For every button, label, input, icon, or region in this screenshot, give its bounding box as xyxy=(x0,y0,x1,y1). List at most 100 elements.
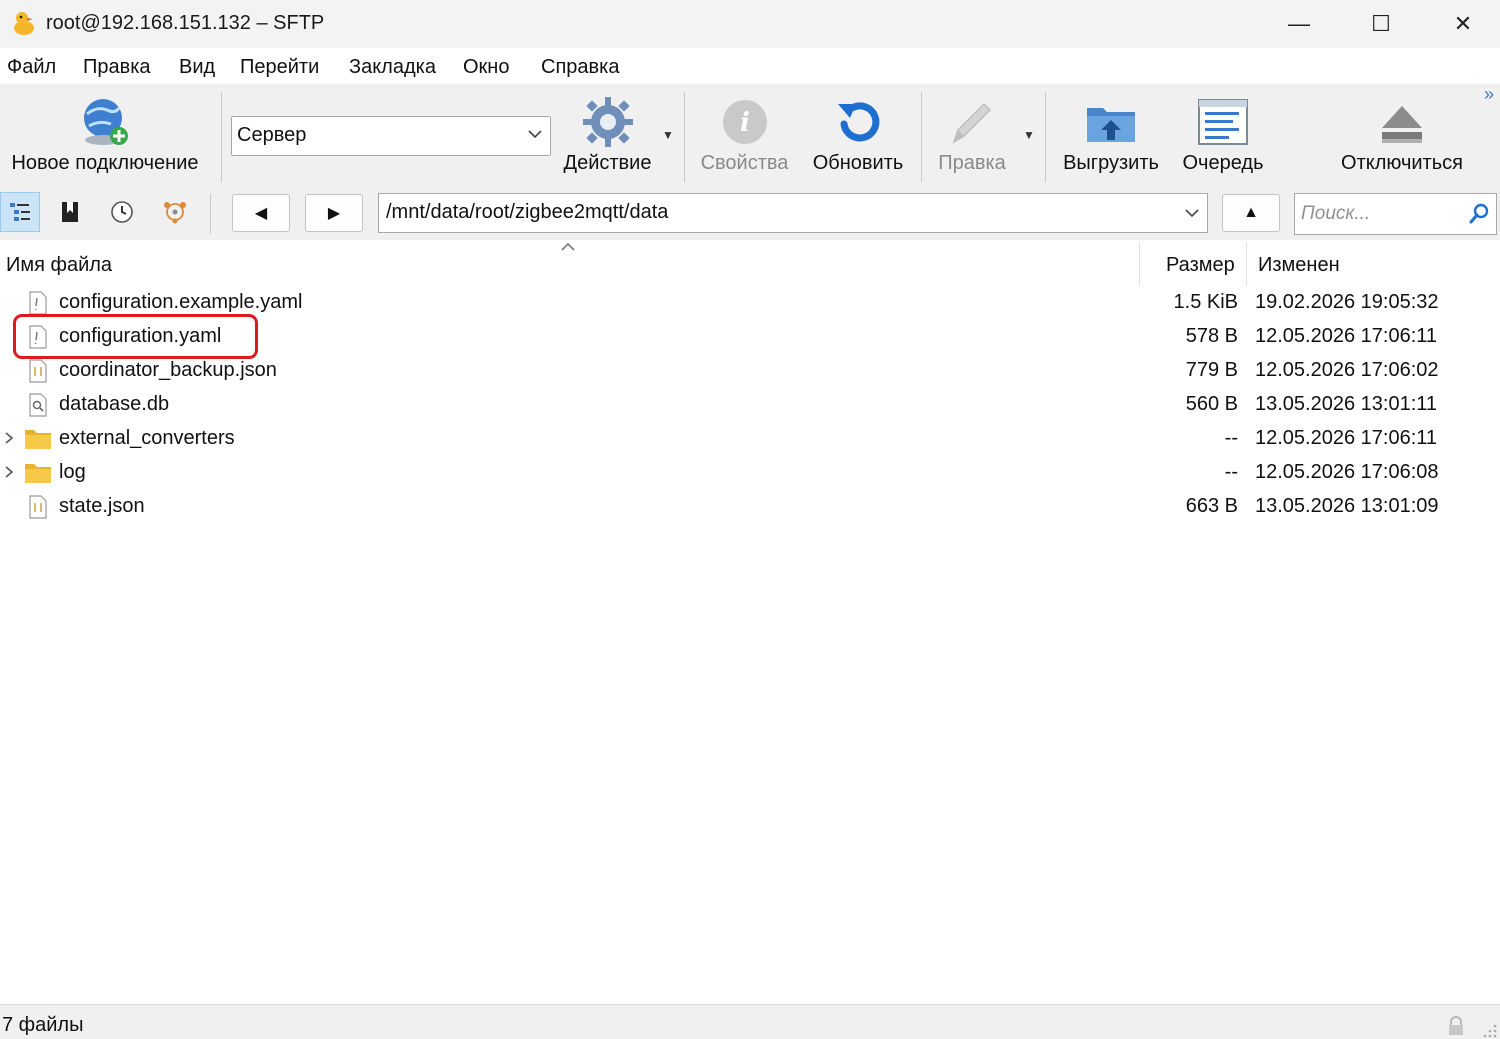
edit-dropdown-arrow-icon[interactable]: ▼ xyxy=(1023,128,1035,142)
folder-icon xyxy=(25,430,51,449)
toolbar-separator xyxy=(921,92,922,182)
json-file-icon xyxy=(29,359,47,383)
parent-directory-button[interactable]: ▲ xyxy=(1222,194,1280,232)
eject-icon xyxy=(1382,106,1422,143)
table-row[interactable]: database.db 560 B 13.05.2026 13:01:11 xyxy=(0,388,1500,422)
column-divider[interactable] xyxy=(1246,242,1247,286)
menu-edit[interactable]: Правка xyxy=(83,56,151,79)
disconnect-label: Отключиться xyxy=(1341,152,1463,174)
toolbar-separator xyxy=(684,92,685,182)
browser-view-button[interactable] xyxy=(0,192,40,232)
toolbar-separator xyxy=(221,92,222,182)
new-connection-label: Новое подключение xyxy=(11,152,199,174)
tree-list-icon xyxy=(10,203,30,221)
table-row[interactable]: state.json 663 B 13.05.2026 13:01:09 xyxy=(0,490,1500,524)
toolbar-separator xyxy=(1045,92,1046,182)
bookmarks-button[interactable] xyxy=(50,192,90,232)
queue-label: Очередь xyxy=(1182,152,1264,174)
properties-button[interactable]: i Свойства xyxy=(693,84,796,182)
svg-text:i: i xyxy=(740,108,750,138)
file-name: coordinator_backup.json xyxy=(59,359,277,381)
edit-label: Правка xyxy=(938,152,1006,174)
expand-chevron-icon[interactable] xyxy=(2,464,16,480)
menu-file[interactable]: Файл xyxy=(7,56,56,79)
file-name: database.db xyxy=(59,393,170,415)
new-connection-icon xyxy=(84,99,128,145)
file-name: configuration.example.yaml xyxy=(59,291,303,313)
expand-chevron-icon[interactable] xyxy=(2,430,16,446)
search-placeholder: Поиск... xyxy=(1301,203,1371,224)
pencil-icon xyxy=(952,102,992,144)
queue-icon xyxy=(1198,99,1248,145)
refresh-icon xyxy=(838,102,880,142)
file-size: 560 B xyxy=(1185,393,1238,415)
lock-icon xyxy=(1449,1016,1463,1035)
minimize-button[interactable]: — xyxy=(1258,0,1340,48)
json-file-icon xyxy=(29,495,47,519)
close-button[interactable]: ✕ xyxy=(1422,0,1500,48)
cyberduck-app-icon xyxy=(14,12,34,35)
column-header-modified[interactable]: Изменен xyxy=(1258,254,1340,277)
gear-icon xyxy=(582,97,633,147)
address-bar: ◀ ▶ /mnt/data/root/zigbee2mqtt/data ▲ По… xyxy=(0,188,1500,240)
menu-go[interactable]: Перейти xyxy=(240,56,319,79)
maximize-button[interactable]: ☐ xyxy=(1340,0,1422,48)
column-header-name[interactable]: Имя файла xyxy=(6,254,112,277)
search-icon xyxy=(1469,203,1489,224)
database-file-icon xyxy=(29,393,47,417)
site-select[interactable]: Сервер xyxy=(231,116,551,156)
history-button[interactable] xyxy=(102,192,142,232)
path-select[interactable]: /mnt/data/root/zigbee2mqtt/data xyxy=(378,193,1208,233)
menu-window[interactable]: Окно xyxy=(463,56,509,79)
yaml-file-icon xyxy=(29,291,47,315)
highlight-annotation xyxy=(13,314,258,359)
menu-bar: Файл Правка Вид Перейти Закладка Окно Сп… xyxy=(0,50,1500,84)
file-modified: 19.02.2026 19:05:32 xyxy=(1255,291,1439,313)
title-bar: root@192.168.151.132 – SFTP — ☐ ✕ xyxy=(0,0,1500,48)
menu-view[interactable]: Вид xyxy=(179,56,215,79)
edit-button[interactable]: Правка xyxy=(928,84,1016,182)
table-row[interactable]: log -- 12.05.2026 17:06:08 xyxy=(0,456,1500,490)
properties-label: Свойства xyxy=(700,152,789,174)
info-icon: i xyxy=(722,100,767,144)
file-size: 578 B xyxy=(1185,325,1238,347)
new-connection-button[interactable]: Новое подключение xyxy=(0,84,210,182)
folder-icon xyxy=(25,464,51,483)
back-button[interactable]: ◀ xyxy=(232,194,290,232)
refresh-label: Обновить xyxy=(812,152,904,174)
file-modified: 13.05.2026 13:01:11 xyxy=(1255,393,1438,415)
column-divider[interactable] xyxy=(1139,242,1140,286)
file-size: 663 B xyxy=(1185,495,1238,517)
file-modified: 12.05.2026 17:06:11 xyxy=(1255,325,1438,347)
chevron-down-icon xyxy=(1185,209,1199,218)
bonjour-button[interactable] xyxy=(155,192,195,232)
window-title: root@192.168.151.132 – SFTP xyxy=(46,12,325,34)
upload-button[interactable]: Выгрузить xyxy=(1055,84,1167,182)
file-modified: 13.05.2026 13:01:09 xyxy=(1255,495,1439,517)
chevron-down-icon xyxy=(528,130,542,139)
menu-bookmark[interactable]: Закладка xyxy=(349,56,436,79)
file-modified: 12.05.2026 17:06:02 xyxy=(1255,359,1439,381)
file-list-header: Имя файла Размер Изменен xyxy=(0,240,1500,288)
search-input[interactable]: Поиск... xyxy=(1294,193,1497,235)
table-row[interactable]: coordinator_backup.json 779 B 12.05.2026… xyxy=(0,354,1500,388)
action-button[interactable]: Действие xyxy=(555,84,660,182)
file-size: -- xyxy=(1224,461,1238,483)
file-modified: 12.05.2026 17:06:11 xyxy=(1255,427,1438,449)
action-dropdown-arrow-icon[interactable]: ▼ xyxy=(662,128,674,142)
clock-icon xyxy=(111,201,133,223)
forward-button[interactable]: ▶ xyxy=(305,194,363,232)
table-row[interactable]: external_converters -- 12.05.2026 17:06:… xyxy=(0,422,1500,456)
menu-help[interactable]: Справка xyxy=(541,56,619,79)
toolbar-overflow-button[interactable]: » xyxy=(1484,84,1494,105)
refresh-button[interactable]: Обновить xyxy=(804,84,912,182)
resize-grip-icon[interactable] xyxy=(1480,1021,1498,1039)
disconnect-button[interactable]: Отключиться xyxy=(1332,84,1472,182)
column-header-size[interactable]: Размер xyxy=(1166,254,1235,277)
address-separator xyxy=(210,194,211,234)
path-value: /mnt/data/root/zigbee2mqtt/data xyxy=(386,201,669,223)
upload-folder-icon xyxy=(1087,108,1135,142)
file-modified: 12.05.2026 17:06:08 xyxy=(1255,461,1439,483)
queue-button[interactable]: Очередь xyxy=(1175,84,1271,182)
folder-name: log xyxy=(59,461,86,483)
